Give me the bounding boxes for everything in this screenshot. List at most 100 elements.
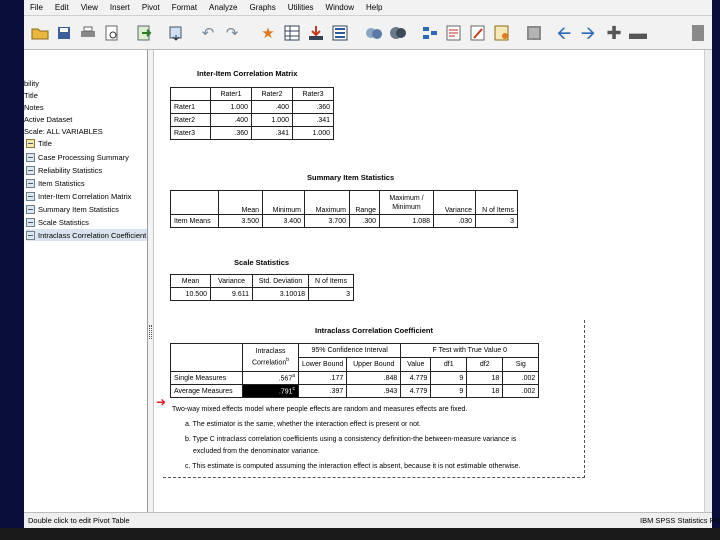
menu-help[interactable]: Help	[360, 3, 388, 12]
splitter-grip[interactable]	[149, 325, 152, 339]
icc-footnote: Two-way mixed effects model where people…	[172, 406, 468, 413]
table-icon	[26, 217, 35, 227]
nav-item-reliability[interactable]: bility	[24, 77, 39, 89]
header-cell	[170, 190, 219, 215]
icc-footnote: excluded from the denominator variance.	[193, 448, 320, 455]
table-cell: .567a	[242, 371, 299, 385]
table-cell: 1.088	[379, 214, 434, 228]
nav-item-scale[interactable]: Scale: ALL VARIABLES	[24, 125, 103, 137]
print-preview-icon[interactable]	[102, 22, 122, 44]
insert-heading-icon[interactable]	[492, 22, 512, 44]
table-cell: 1.000	[251, 113, 293, 127]
table-cell: 3.700	[304, 214, 350, 228]
goto-case-icon[interactable]	[282, 22, 302, 44]
undo-icon[interactable]: ↶	[198, 22, 218, 44]
redo-icon[interactable]: ↷	[222, 22, 242, 44]
table-cell: 3.400	[262, 214, 305, 228]
header-cell: Upper Bound	[346, 357, 402, 372]
nav-item-scale-title[interactable]: Title	[26, 137, 52, 149]
nav-item-icc[interactable]: Intraclass Correlation Coefficient	[26, 229, 147, 241]
print-icon[interactable]	[78, 22, 98, 44]
insert-title-icon[interactable]	[524, 22, 544, 44]
inter-item-table[interactable]: Rater1 Rater2 Rater3 Rater1 1.000 .400 .…	[170, 87, 334, 140]
export-icon[interactable]	[134, 22, 154, 44]
table-row: Rater1 1.000 .400 .360	[170, 100, 334, 114]
title-icon	[26, 138, 35, 148]
menu-insert[interactable]: Insert	[104, 3, 136, 12]
menu-edit[interactable]: Edit	[49, 3, 75, 12]
pane-splitter[interactable]	[148, 50, 154, 512]
scale-statistics-table[interactable]: Mean Variance Std. Deviation N of Items …	[170, 274, 354, 301]
show-all-icon[interactable]	[388, 22, 408, 44]
header-cell: Rater2	[251, 87, 293, 101]
hide-icon[interactable]	[688, 22, 708, 44]
nav-item-inter-item-matrix[interactable]: Inter-Item Correlation Matrix	[26, 190, 131, 202]
goto-variable-icon[interactable]	[306, 22, 326, 44]
vertical-scrollbar[interactable]	[704, 50, 712, 512]
table-cell: .400	[251, 100, 293, 114]
selected-cell[interactable]: .791c	[242, 384, 299, 398]
nav-item-notes[interactable]: Notes	[24, 101, 44, 113]
header-cell: N of Items	[475, 190, 518, 215]
menu-window[interactable]: Window	[320, 3, 360, 12]
promote-icon[interactable]: 🡨	[554, 22, 574, 44]
table-cell: .341	[292, 113, 334, 127]
nav-item-scale-statistics[interactable]: Scale Statistics	[26, 216, 89, 228]
header-cell: Mean	[218, 190, 263, 215]
left-frame	[0, 0, 24, 540]
save-icon[interactable]	[54, 22, 74, 44]
chart-builder-icon[interactable]	[468, 22, 488, 44]
menu-analyze[interactable]: Analyze	[203, 3, 243, 12]
table-cell: 18	[466, 371, 504, 385]
menu-graphs[interactable]: Graphs	[244, 3, 282, 12]
icc-footnote: c. This estimate is computed assuming th…	[185, 463, 521, 470]
nav-item-reliability-statistics[interactable]: Reliability Statistics	[26, 164, 102, 176]
table-cell: 9	[430, 384, 468, 398]
processor-status: IBM SPSS Statistics Proc	[640, 516, 720, 525]
goto-data-icon[interactable]: ★	[258, 22, 278, 44]
select-icon[interactable]	[420, 22, 440, 44]
table-icon	[26, 178, 35, 188]
menu-utilities[interactable]: Utilities	[282, 3, 320, 12]
red-arrow-icon: ➜	[156, 395, 167, 409]
header-cell: 95% Confidence Interval	[297, 343, 402, 358]
header-cell: Intraclass Correlationb	[242, 343, 299, 372]
demote-icon[interactable]: 🡪	[578, 22, 598, 44]
menu-file[interactable]: File	[24, 3, 49, 12]
table-cell: 3	[475, 214, 518, 228]
header-cell: Maximum / Minimum	[379, 190, 434, 215]
menu-view[interactable]: View	[75, 3, 104, 12]
nav-item-summary-item[interactable]: Summary Item Statistics	[26, 203, 119, 215]
header-cell: Std. Deviation	[252, 274, 309, 288]
table-cell: 3.500	[218, 214, 263, 228]
nav-item-active-dataset[interactable]: Active Dataset	[24, 113, 72, 125]
table-cell: .848	[346, 371, 402, 385]
header-cell: df1	[430, 357, 468, 372]
summary-item-title: Summary Item Statistics	[307, 173, 395, 182]
table-cell: .002	[502, 371, 540, 385]
nav-item-item-statistics[interactable]: Item Statistics	[26, 177, 85, 189]
nav-item-case-processing[interactable]: Case Processing Summary	[26, 151, 129, 163]
icc-footnote: b. Type C intraclass correlation coeffic…	[185, 436, 517, 443]
expand-icon[interactable]: ✚	[604, 22, 624, 44]
variables-icon[interactable]	[330, 22, 350, 44]
open-folder-icon[interactable]	[30, 22, 50, 44]
recall-dialog-icon[interactable]	[166, 22, 186, 44]
table-cell: 1.000	[292, 126, 334, 140]
script-icon[interactable]	[444, 22, 464, 44]
table-cell: .300	[349, 214, 380, 228]
header-cell: Rater3	[292, 87, 334, 101]
table-cell: .177	[297, 371, 348, 385]
icc-footnote: a. The estimator is the same, whether th…	[185, 421, 421, 428]
table-cell: .397	[297, 384, 348, 398]
table-cell: .943	[346, 384, 402, 398]
summary-item-table[interactable]: Mean Minimum Maximum Range Maximum / Min…	[170, 190, 518, 228]
nav-item-title[interactable]: Title	[24, 89, 38, 101]
menu-format[interactable]: Format	[166, 3, 203, 12]
designate-window-icon[interactable]	[364, 22, 384, 44]
icc-table[interactable]: Intraclass Correlationb 95% Confidence I…	[170, 343, 540, 398]
collapse-icon[interactable]: ▬	[628, 22, 648, 44]
row-label: Rater3	[170, 126, 211, 140]
menu-pivot[interactable]: Pivot	[136, 3, 166, 12]
taskbar	[0, 528, 720, 540]
